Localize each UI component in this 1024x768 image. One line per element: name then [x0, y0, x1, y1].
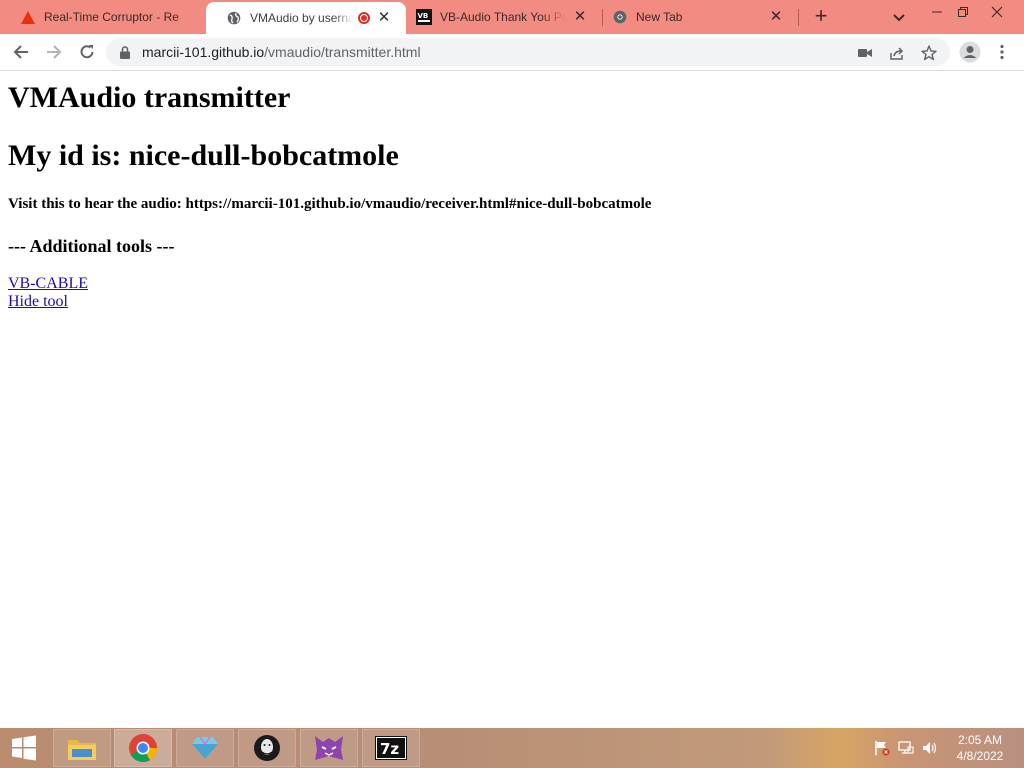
action-center-flag-icon[interactable]	[874, 740, 890, 756]
gem-app-icon	[192, 736, 218, 759]
new-tab-button[interactable]: +	[808, 5, 834, 29]
chrome-menu-button[interactable]	[988, 38, 1016, 66]
forward-button[interactable]	[40, 38, 68, 66]
share-icon[interactable]	[888, 44, 906, 62]
close-tab-icon[interactable]: ✕	[376, 10, 392, 26]
volume-icon[interactable]	[922, 740, 938, 756]
start-button[interactable]	[0, 728, 48, 768]
address-bar[interactable]: marcii-101.github.io/vmaudio/transmitter…	[106, 38, 950, 66]
camera-in-use-icon[interactable]	[856, 44, 874, 62]
file-explorer-icon	[68, 740, 96, 760]
warning-triangle-icon	[20, 9, 36, 25]
taskbar-file-explorer[interactable]	[53, 729, 111, 767]
bookmark-star-icon[interactable]	[920, 44, 938, 62]
receiver-link-text: Visit this to hear the audio: https://ma…	[8, 196, 652, 212]
browser-toolbar: marcii-101.github.io/vmaudio/transmitter…	[0, 34, 1024, 71]
kebab-menu-icon	[1000, 44, 1004, 60]
close-window-button[interactable]	[982, 0, 1012, 24]
clock-date: 4/8/2022	[956, 749, 1004, 763]
hide-tool-link[interactable]: Hide tool	[8, 293, 68, 311]
vb-cable-link[interactable]: VB-CABLE	[8, 275, 88, 293]
7zip-icon: 7z	[375, 736, 407, 760]
arrow-right-icon	[47, 45, 62, 59]
anonymous-mask-icon	[254, 735, 280, 761]
taskbar-anonymous-app[interactable]	[238, 729, 296, 767]
network-icon[interactable]	[898, 740, 914, 756]
tab-title: Real-Time Corruptor - Re	[44, 10, 179, 24]
url-text: marcii-101.github.io/vmaudio/transmitter…	[142, 44, 421, 60]
tab-title: VMAudio by usernam	[250, 11, 354, 25]
id-heading: My id is: nice-dull-bobcatmole	[8, 139, 399, 172]
globe-icon	[226, 10, 242, 26]
profile-button[interactable]	[956, 38, 984, 66]
page-title: VMAudio transmitter	[8, 81, 291, 114]
tab-real-time-corruptor[interactable]: Real-Time Corruptor - Re	[0, 0, 206, 34]
svg-text:VB: VB	[418, 12, 429, 20]
chrome-icon	[129, 734, 157, 762]
reload-button[interactable]	[73, 38, 101, 66]
windows-logo-icon	[12, 735, 36, 761]
back-button[interactable]	[7, 38, 35, 66]
tab-title: VB-Audio Thank You Pag	[440, 10, 566, 24]
chevron-down-icon	[893, 14, 905, 22]
close-tab-icon[interactable]: ✕	[572, 9, 588, 25]
taskbar-gem-app[interactable]	[176, 729, 234, 767]
additional-tools-heading: --- Additional tools ---	[8, 236, 175, 256]
tab-title: New Tab	[636, 10, 683, 24]
taskbar-chrome[interactable]	[114, 729, 172, 767]
taskbar-cat-app[interactable]	[300, 729, 358, 767]
windows-taskbar: 7z 2:05 AM 4/8/2022	[0, 728, 1024, 768]
reload-icon	[80, 45, 94, 59]
clock-time: 2:05 AM	[957, 733, 1003, 747]
vb-audio-icon: VB	[416, 9, 432, 25]
profile-avatar-icon	[959, 41, 981, 63]
url-path: /vmaudio/transmitter.html	[264, 44, 421, 60]
url-domain: marcii-101.github.io	[142, 44, 265, 60]
tab-new-tab[interactable]: New Tab ✕	[602, 0, 798, 34]
arrow-left-icon	[13, 45, 28, 59]
tab-vb-audio[interactable]: VB VB-Audio Thank You Pag ✕	[406, 0, 602, 34]
chrome-icon	[612, 9, 628, 25]
restore-button[interactable]	[948, 0, 978, 24]
taskbar-clock[interactable]: 2:05 AM 4/8/2022	[950, 732, 1010, 764]
cat-logo-icon	[315, 736, 343, 760]
tab-strip: Real-Time Corruptor - Re VMAudio by user…	[0, 0, 1024, 34]
tab-separator	[798, 9, 799, 26]
tab-vmaudio[interactable]: VMAudio by usernam ✕	[206, 2, 406, 34]
recording-indicator-icon	[358, 12, 370, 24]
page-content: VMAudio transmitter My id is: nice-dull-…	[8, 72, 1016, 726]
lock-icon[interactable]	[118, 45, 132, 59]
tab-search-button[interactable]	[888, 6, 910, 28]
close-tab-icon[interactable]: ✕	[768, 9, 784, 25]
svg-text:7z: 7z	[380, 740, 399, 758]
taskbar-7zip[interactable]: 7z	[362, 729, 420, 767]
